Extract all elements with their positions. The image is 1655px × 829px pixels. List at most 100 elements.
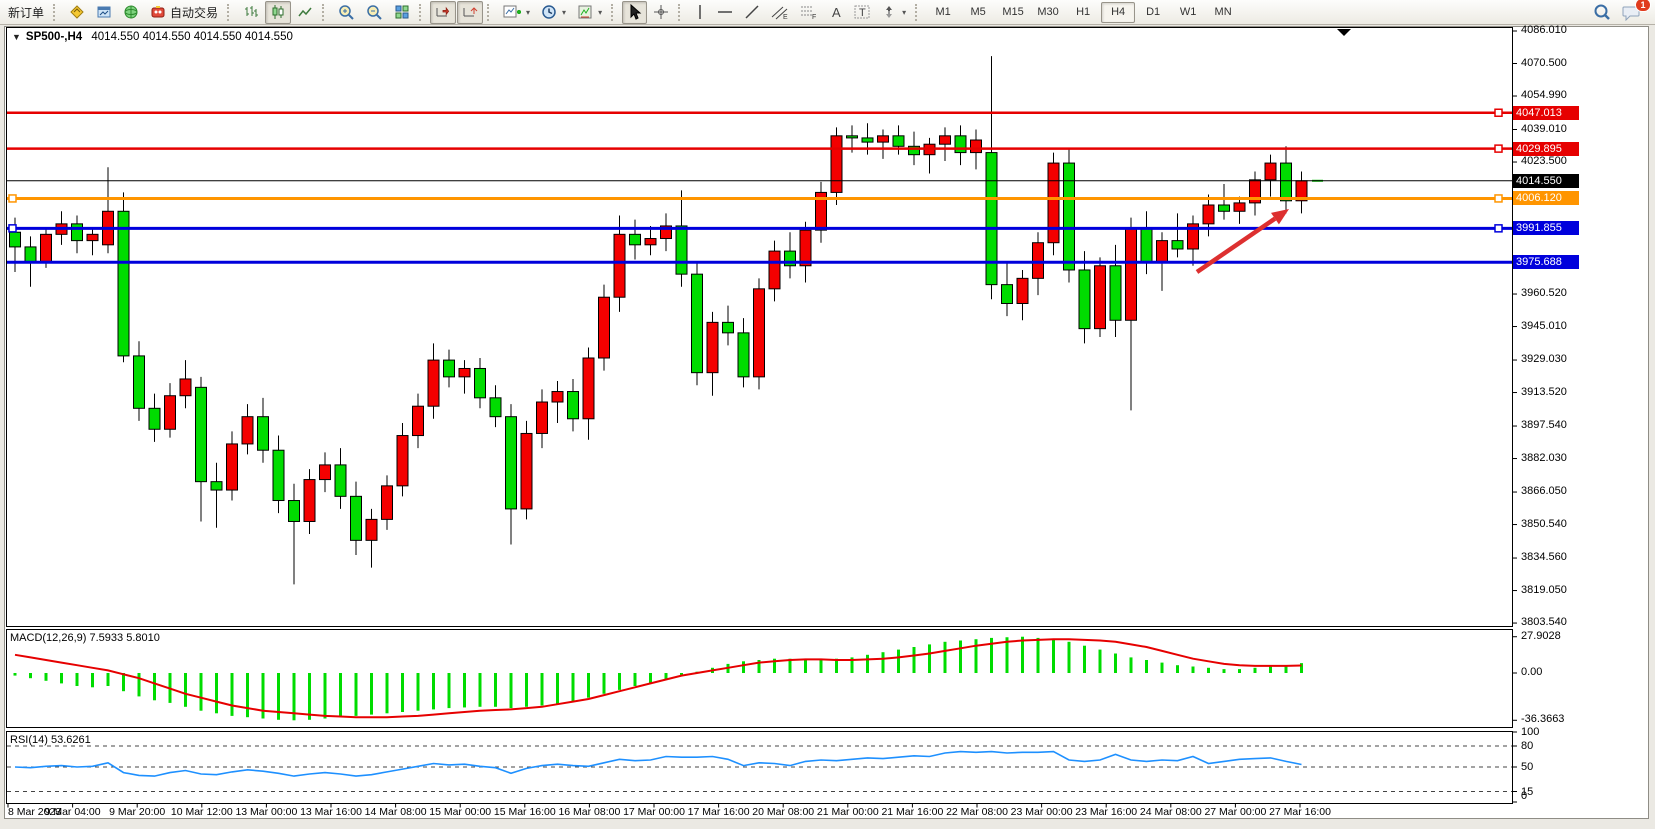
chart-shift-icon[interactable] [457, 1, 483, 24]
tab-timeframe-mn[interactable]: MN [1206, 2, 1240, 23]
candle-body [1172, 241, 1183, 249]
svg-text:F: F [812, 14, 816, 20]
toolbar-grip [322, 4, 328, 21]
candle-body [955, 136, 966, 153]
candle-body [1079, 270, 1090, 329]
line-chart-icon[interactable] [292, 1, 318, 24]
tab-timeframe-m30[interactable]: M30 [1031, 2, 1065, 23]
periods-icon[interactable]: ▾ [536, 1, 571, 24]
arrows-tool-icon[interactable]: ▾ [876, 1, 911, 24]
candle-body [475, 368, 486, 397]
hline-handle[interactable] [9, 195, 16, 202]
data-window-icon[interactable] [91, 1, 117, 24]
hline-handle[interactable] [1495, 145, 1502, 152]
zoom-in-icon[interactable] [333, 1, 360, 24]
svg-text:A: A [832, 5, 841, 20]
text-label-icon[interactable]: T [849, 1, 875, 24]
bar-chart-icon[interactable] [238, 1, 264, 24]
tab-timeframe-m1[interactable]: M1 [926, 2, 960, 23]
candle-body [1219, 205, 1230, 211]
candle-body [723, 322, 734, 332]
candle-body [568, 392, 579, 419]
candle-body [211, 482, 222, 490]
candle-body [986, 153, 997, 285]
candle-body [537, 402, 548, 433]
candle-body [676, 226, 687, 274]
candle-body [1002, 285, 1013, 304]
candle-body [614, 234, 625, 297]
candle-body [1033, 243, 1044, 279]
toolbar-grip [227, 4, 233, 21]
candle-body [41, 234, 52, 261]
search-icon[interactable] [1588, 1, 1616, 24]
zoom-out-icon[interactable] [361, 1, 388, 24]
tab-timeframe-m15[interactable]: M15 [996, 2, 1030, 23]
candle-body [707, 322, 718, 372]
templates-icon[interactable]: ▾ [572, 1, 607, 24]
hline-handle[interactable] [1495, 109, 1502, 116]
tile-windows-icon[interactable] [389, 1, 415, 24]
candle-body [444, 360, 455, 377]
candle-body [366, 519, 377, 540]
navigator-icon[interactable] [118, 1, 144, 24]
candle-body [831, 136, 842, 193]
candle-body [738, 333, 749, 377]
candle-body [165, 396, 176, 430]
auto-scroll-icon[interactable] [430, 1, 456, 24]
hline-handle[interactable] [9, 225, 16, 232]
candlestick-icon[interactable] [265, 1, 291, 24]
vertical-line-icon[interactable] [689, 1, 711, 24]
tab-timeframe-m5[interactable]: M5 [961, 2, 995, 23]
tab-timeframe-d1[interactable]: D1 [1136, 2, 1170, 23]
hline-handle[interactable] [1495, 225, 1502, 232]
chevron-down-icon: ▾ [902, 8, 906, 17]
svg-text:E: E [783, 14, 788, 20]
autotrading-button[interactable]: 自动交易 [145, 1, 223, 24]
candle-body [971, 140, 982, 153]
candle-body [940, 136, 951, 144]
crosshair-icon[interactable] [648, 1, 674, 24]
hline-handle[interactable] [1495, 195, 1502, 202]
candle-body [862, 138, 873, 142]
timeframe-group: M1M5M15M30H1H4D1W1MN [926, 2, 1240, 23]
toolbar-grip [915, 4, 921, 21]
toolbar-grip [53, 4, 59, 21]
indicators-icon[interactable]: ▾ [498, 1, 535, 24]
tab-timeframe-h4[interactable]: H4 [1101, 2, 1135, 23]
chevron-down-icon: ▾ [562, 8, 566, 17]
notification-badge: 1 [1635, 0, 1651, 12]
candle-body [1234, 203, 1245, 211]
candle-body [180, 379, 191, 396]
candle-body [149, 408, 160, 429]
autotrading-label: 自动交易 [170, 4, 218, 21]
candle-body [893, 136, 904, 146]
new-order-button[interactable]: 新订单 [3, 1, 49, 24]
text-icon[interactable]: A [824, 1, 848, 24]
candle-body [599, 297, 610, 358]
tab-timeframe-w1[interactable]: W1 [1171, 2, 1205, 23]
chat-icon[interactable]: 1 [1617, 1, 1646, 24]
toolbar-grip [487, 4, 493, 21]
new-order-label: 新订单 [8, 4, 44, 21]
candle-body [382, 486, 393, 520]
candle-body [521, 433, 532, 508]
candle-body [227, 444, 238, 490]
candle-body [1265, 163, 1276, 180]
candle-body [769, 251, 780, 289]
market-watch-icon[interactable] [64, 1, 90, 24]
chevron-down-icon: ▾ [526, 8, 530, 17]
tab-timeframe-h1[interactable]: H1 [1066, 2, 1100, 23]
chart-canvas[interactable] [0, 0, 1655, 829]
equidistant-channel-icon[interactable]: E [766, 1, 794, 24]
candle-body [118, 211, 129, 356]
candle-body [800, 230, 811, 266]
candle-body [1064, 163, 1075, 270]
trendline-icon[interactable] [739, 1, 765, 24]
cursor-icon[interactable] [622, 1, 647, 24]
candle-body [134, 356, 145, 408]
candle-body [87, 234, 98, 240]
candle-body [242, 417, 253, 444]
candle-body [583, 358, 594, 419]
fibonacci-icon[interactable]: F [795, 1, 823, 24]
horizontal-line-icon[interactable] [712, 1, 738, 24]
